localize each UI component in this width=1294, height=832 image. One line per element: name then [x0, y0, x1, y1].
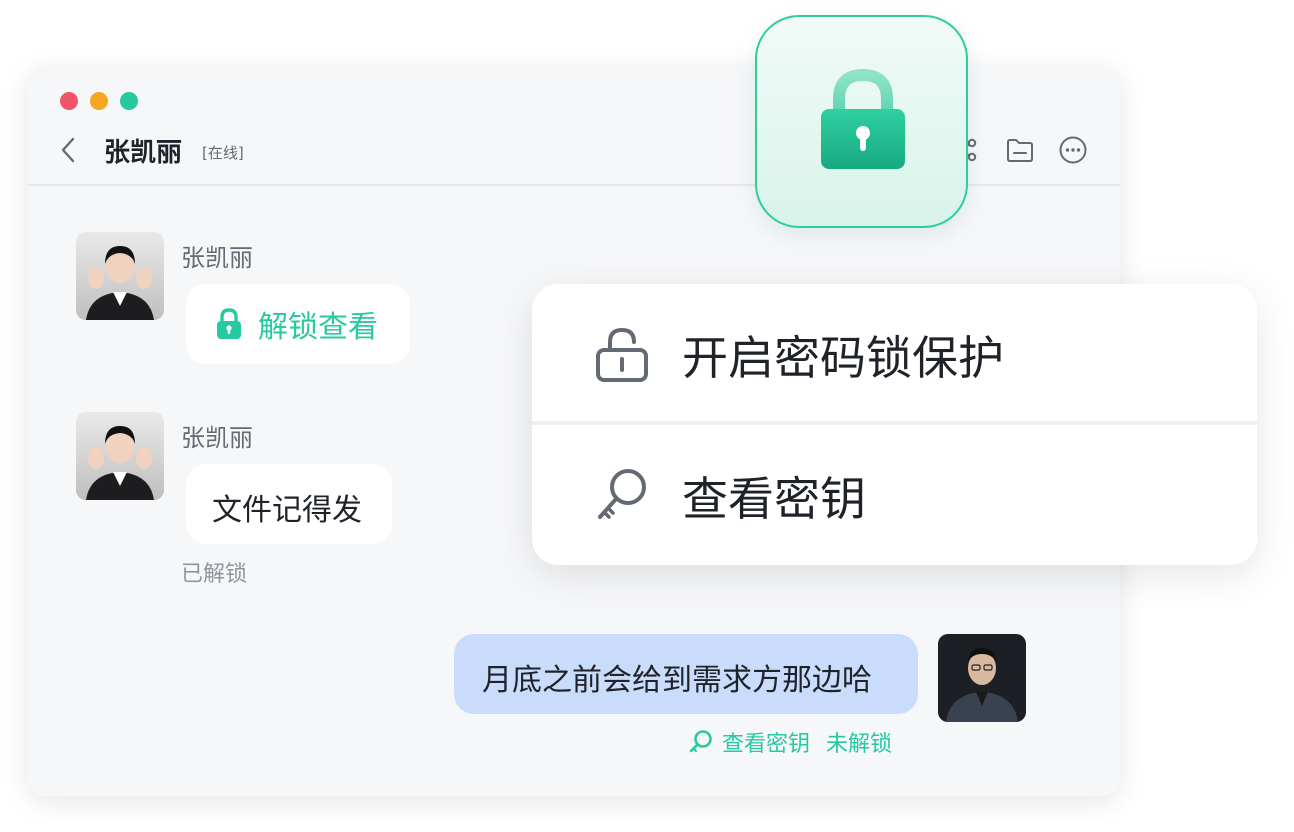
key-icon — [689, 730, 712, 753]
view-key-link[interactable]: 查看密钥 — [722, 726, 810, 758]
more-button[interactable] — [1057, 134, 1089, 166]
view-key-label: 查看密钥 — [682, 472, 866, 526]
message-meta: 查看密钥 未解锁 — [688, 726, 892, 758]
unlock-view-label: 解锁查看 — [258, 310, 378, 345]
lock-tile — [755, 15, 968, 228]
woman-avatar-photo — [76, 412, 164, 500]
enable-password-lock-label: 开启密码锁保护 — [682, 331, 1004, 385]
sender-name: 张凯丽 — [181, 244, 253, 272]
key-icon — [598, 469, 646, 519]
outgoing-message-bubble[interactable]: 月底之前会给到需求方那边哈 — [454, 634, 918, 714]
more-icon — [1059, 136, 1087, 164]
lock-status: 未解锁 — [826, 732, 893, 757]
folder-button[interactable] — [1004, 134, 1036, 166]
unlock-icon — [596, 327, 648, 382]
back-button[interactable] — [58, 136, 80, 164]
message-bubble[interactable]: 文件记得发 — [186, 464, 392, 544]
padlock-icon — [821, 68, 905, 169]
locked-message-bubble[interactable]: 解锁查看 — [186, 284, 410, 364]
online-status: [在线] — [202, 144, 244, 162]
unlock-status: 已解锁 — [181, 562, 248, 587]
contact-name[interactable]: 张凯丽 — [104, 132, 182, 169]
view-key-item[interactable]: 查看密钥 — [532, 425, 1257, 563]
lock-options-menu: 开启密码锁保护 查看密钥 — [532, 284, 1257, 565]
folder-icon — [1007, 139, 1033, 162]
sender-name: 张凯丽 — [181, 424, 253, 452]
lock-icon — [217, 308, 241, 339]
self-avatar[interactable] — [938, 634, 1026, 722]
chevron-left-icon — [61, 137, 75, 163]
contact-avatar[interactable] — [76, 412, 164, 500]
contact-avatar[interactable] — [76, 232, 164, 320]
enable-password-lock-item[interactable]: 开启密码锁保护 — [532, 284, 1257, 422]
woman-avatar-photo — [76, 232, 164, 320]
man-avatar-photo — [938, 634, 1026, 722]
